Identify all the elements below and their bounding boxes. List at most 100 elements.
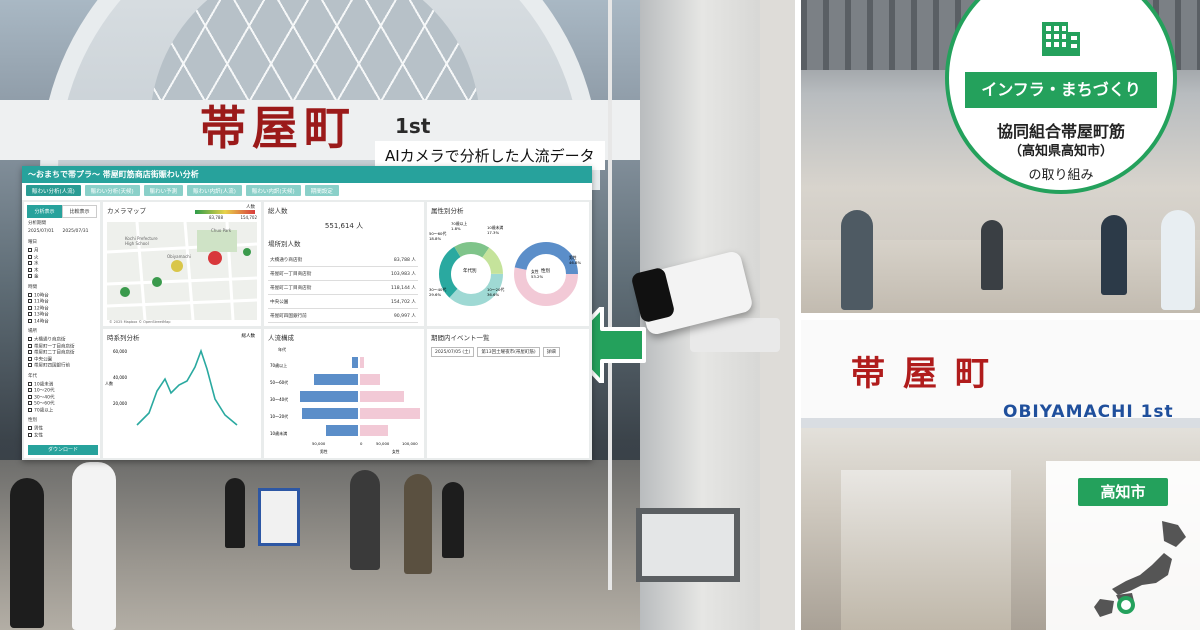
male-bar — [326, 425, 358, 436]
view-toggle-analysis[interactable]: 分析表示 — [27, 205, 62, 218]
category-badge: インフラ・まちづくり 協同組合帯屋町筋 （高知県高知市） の取り組み — [945, 0, 1177, 194]
weekday-filter: 月 火 水 木 金 — [28, 248, 96, 281]
entrance-sign-kanji: 帯屋町 — [851, 354, 1007, 394]
female-bar — [360, 374, 380, 385]
time-checkbox[interactable]: 14時台 — [28, 318, 96, 326]
signboard — [258, 488, 300, 546]
age-checkbox[interactable]: 70歳以上 — [28, 407, 96, 415]
place-filter: 大橋通り商店街 帯屋町一丁目商店街 帯屋町二丁目商店街 中央公園 帯屋町四国銀行… — [28, 337, 96, 370]
pyramid-card: 人流構成 年代 70歳以上 50〜60代 30〜40代 10〜20代 10歳未満… — [264, 329, 424, 458]
tab-period[interactable]: 期間設定 — [304, 185, 339, 196]
map-legend-max: 154,702 — [240, 215, 257, 220]
badge-category: インフラ・まちづくり — [965, 72, 1157, 108]
filter-sidebar: 分析表示 比較表示 分析期間 2025/07/01 2025/07/31 曜日 … — [24, 202, 100, 458]
camera-mount — [690, 318, 780, 352]
event-name: 第13回土曜夜市(帯屋町筋) — [477, 347, 540, 357]
city-label: 高知市 — [1078, 478, 1168, 506]
total-value: 551,614 人 — [324, 222, 364, 230]
place-label: 場所 — [28, 329, 37, 334]
dashboard-header: 〜おまちで帯プラ〜 帯屋町筋商店街賑わい分析 — [22, 166, 592, 183]
tab-breakdown-flow[interactable]: 賑わい内訳(人流) — [187, 185, 242, 196]
camera-point — [208, 251, 222, 265]
download-button[interactable]: ダウンロード — [28, 445, 98, 455]
pedestrian — [225, 478, 245, 548]
date-from[interactable]: 2025/07/01 — [28, 229, 54, 234]
age-label: 年代 — [28, 373, 37, 379]
entrance-sign-roman: OBIYAMACHI 1st — [1003, 402, 1174, 422]
pyramid-female-label: 女性 — [392, 449, 400, 454]
by-place-title: 場所別人数 — [268, 240, 301, 248]
table-row: 帯屋町二丁目商店街 118,144 人 — [268, 280, 418, 295]
badge-org-location: （高知県高知市） — [1008, 144, 1113, 159]
map-legend-bar — [195, 210, 255, 214]
weekday-label: 曜日 — [28, 240, 37, 245]
wall-post — [760, 0, 795, 630]
female-bar — [360, 425, 388, 436]
female-bar — [360, 391, 404, 402]
pyramid-row-label: 10〜20代 — [270, 414, 289, 419]
y-axis-label: 人数 — [105, 381, 113, 386]
gender-filter: 男性 女性 — [28, 426, 96, 439]
weekday-checkbox[interactable]: 金 — [28, 274, 96, 281]
pyramid-age-header: 年代 — [278, 347, 286, 352]
map-place-label: Obiyamachi — [167, 254, 191, 259]
male-bar — [302, 408, 358, 419]
info-box — [636, 508, 740, 582]
pedestrian — [1161, 210, 1195, 310]
x-tick: 50,000 — [312, 441, 326, 446]
timeseries-unit: 総人数 — [241, 334, 256, 339]
date-to[interactable]: 2025/07/31 — [63, 229, 89, 234]
table-row: 帯屋町四国銀行前 90,997 人 — [268, 308, 418, 323]
x-tick: 0 — [360, 441, 363, 446]
pyramid-male-label: 男性 — [320, 449, 328, 454]
total-title: 総人数 — [268, 207, 288, 215]
period-label: 分析期間 — [28, 221, 46, 226]
date-range: 2025/07/01 2025/07/31 — [28, 229, 96, 235]
gender-label: 性別 — [28, 418, 37, 423]
pedestrian — [442, 482, 464, 558]
camera-map-card: カメラマップ 人数 83,788 154,702 Kochi Prefectur… — [103, 202, 261, 326]
attribute-card: 属性別分析 年代別 性別 70歳以上 1.8% 10歳未満 17.3% 50〜60代… — [427, 202, 589, 326]
totals-card: 総人数 551,614 人 場所別人数 大橋通り商店街 83,788 人 帯屋町一… — [264, 202, 424, 326]
x-tick: 100,000 — [402, 441, 418, 446]
dashboard: 〜おまちで帯プラ〜 帯屋町筋商店街賑わい分析 賑わい分析(人流) 賑わい分析(天… — [22, 166, 592, 460]
attribute-donuts — [439, 242, 578, 306]
pedestrian — [72, 462, 116, 630]
event-row[interactable]: 2025/07/05 (土) 第13回土曜夜市(帯屋町筋) 詳細 — [431, 347, 585, 357]
donut-label: 70歳以上 1.8% — [451, 221, 468, 231]
view-toggle: 分析表示 比較表示 — [27, 205, 97, 218]
timeseries-card: 時系列分析 総人数 60,000 40,000 20,000 人数 — [103, 329, 261, 458]
by-place-table: 大橋通り商店街 83,788 人 帯屋町一丁目商店街 103,983 人 帯屋町二丁… — [268, 253, 418, 323]
pedestrian — [1101, 215, 1127, 295]
attribute-title: 属性別分析 — [431, 207, 464, 215]
y-tick: 60,000 — [113, 349, 127, 354]
dashboard-tabs: 賑わい分析(人流) 賑わい分析(天候) 賑わい予測 賑わい内訳(人流) 賑わい内… — [22, 183, 592, 198]
camera-point — [171, 260, 183, 272]
male-bar — [352, 357, 358, 368]
tab-forecast[interactable]: 賑わい予測 — [143, 185, 184, 196]
event-detail-button[interactable]: 詳細 — [542, 347, 560, 357]
arcade-sign: 帯屋町 — [200, 101, 356, 155]
pyramid-title: 人流構成 — [268, 334, 294, 342]
tab-flow[interactable]: 賑わい分析(人流) — [26, 185, 81, 196]
pillar — [608, 0, 612, 590]
pyramid-row-label: 10歳未満 — [270, 431, 288, 436]
tab-breakdown-weather[interactable]: 賑わい内訳(天候) — [245, 185, 301, 196]
dashboard-body: 分析表示 比較表示 分析期間 2025/07/01 2025/07/31 曜日 … — [22, 200, 592, 460]
donut-label: 10歳未満 17.3% — [487, 225, 504, 235]
pyramid-row-label: 70歳以上 — [270, 363, 288, 368]
table-row: 帯屋町一丁目商店街 103,983 人 — [268, 266, 418, 281]
camera-point — [152, 277, 162, 287]
map-credit: © 2025 Mapbox © OpenStreetMap — [109, 320, 171, 324]
map-legend-min: 83,788 — [209, 215, 223, 220]
pedestrian — [981, 220, 1003, 290]
tab-weather[interactable]: 賑わい分析(天候) — [84, 185, 140, 196]
place-checkbox[interactable]: 帯屋町四国銀行前 — [28, 363, 96, 370]
gender-checkbox[interactable]: 女性 — [28, 432, 96, 440]
pedestrian — [841, 210, 873, 310]
arcade-sign-sub: 1st — [395, 114, 431, 138]
events-card: 期間内イベント一覧 2025/07/05 (土) 第13回土曜夜市(帯屋町筋) … — [427, 329, 589, 458]
badge-org-name: 協同組合帯屋町筋 — [996, 122, 1125, 141]
camera-point — [243, 248, 251, 256]
view-toggle-compare[interactable]: 比較表示 — [62, 205, 97, 218]
